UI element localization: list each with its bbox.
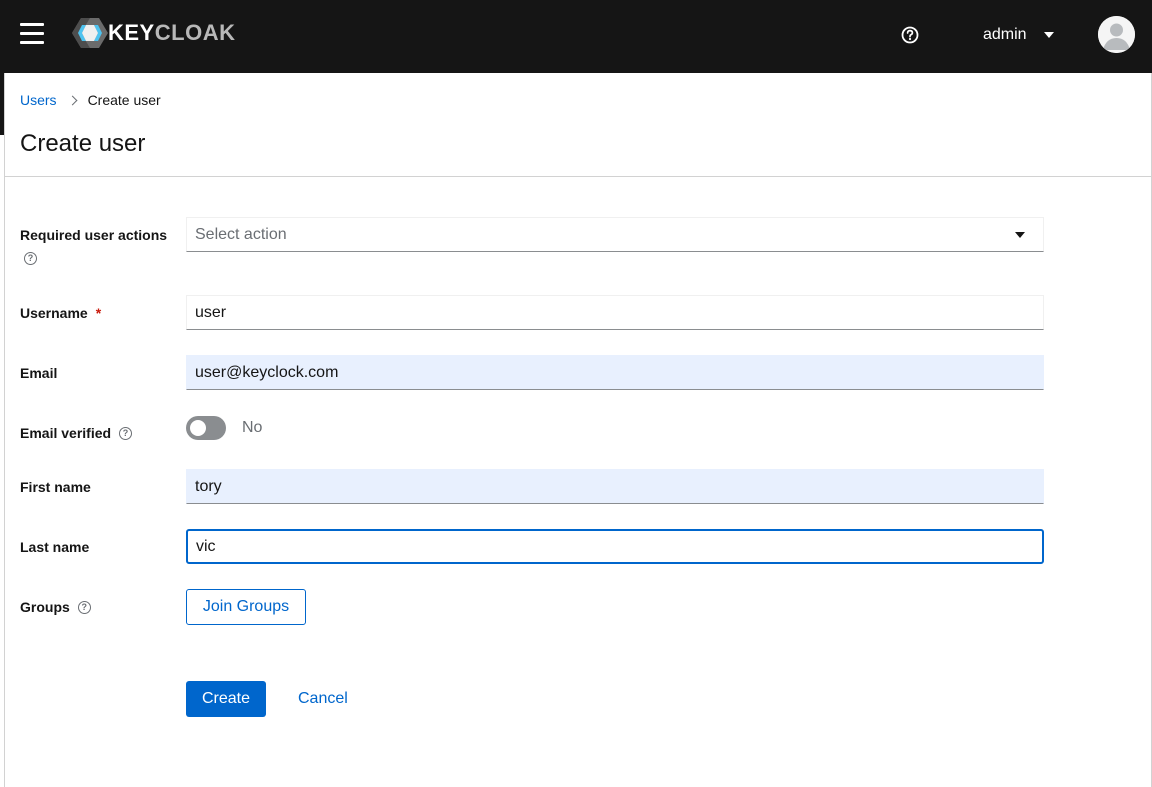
page-title: Create user <box>20 130 146 157</box>
first-name-input[interactable]: tory <box>186 469 1044 504</box>
caret-down-icon <box>1015 232 1025 238</box>
email-label: Email <box>20 365 57 381</box>
username-label-text: Username <box>20 305 88 321</box>
user-avatar-icon[interactable] <box>1098 16 1135 53</box>
help-icon[interactable]: ? <box>77 600 91 614</box>
toggle-knob <box>190 420 206 436</box>
breadcrumb-users-link[interactable]: Users <box>20 92 57 108</box>
last-name-label-text: Last name <box>20 539 90 555</box>
caret-down-icon <box>1043 32 1054 38</box>
required-actions-label-text: Required user actions <box>20 227 168 243</box>
username-label: Username * <box>20 305 101 321</box>
email-verified-label: Email verified ? <box>20 425 133 441</box>
create-button[interactable]: Create <box>186 681 266 717</box>
email-input[interactable]: user@keyclock.com <box>186 355 1044 390</box>
username-value: user <box>195 303 227 321</box>
email-verified-toggle[interactable] <box>186 416 226 440</box>
content-left-border <box>4 73 5 787</box>
email-label-text: Email <box>20 365 58 381</box>
breadcrumb: Users Create user <box>20 92 161 108</box>
first-name-label: First name <box>20 479 91 495</box>
first-name-value: tory <box>195 477 222 495</box>
logo-text: KEYCLOAK <box>108 20 236 45</box>
last-name-value: vic <box>196 537 216 555</box>
email-value: user@keyclock.com <box>195 363 339 381</box>
first-name-label-text: First name <box>20 479 91 495</box>
help-icon[interactable] <box>900 25 920 45</box>
email-verified-state: No <box>242 419 263 436</box>
chevron-right-icon <box>67 95 78 105</box>
username-label: admin <box>983 26 1027 43</box>
help-icon[interactable]: ? <box>119 426 133 440</box>
divider <box>4 176 1151 177</box>
required-marker: * <box>95 305 102 321</box>
hamburger-icon[interactable] <box>20 23 44 45</box>
user-dropdown[interactable]: admin <box>983 24 1054 46</box>
required-actions-label: Required user actions ? <box>20 227 167 265</box>
last-name-label: Last name <box>20 539 89 555</box>
groups-label: Groups ? <box>20 599 91 615</box>
cancel-button[interactable]: Cancel <box>298 681 348 717</box>
groups-label-text: Groups <box>20 599 70 615</box>
keycloak-logo-mark <box>72 18 108 48</box>
breadcrumb-current: Create user <box>87 92 161 108</box>
required-actions-select[interactable]: Select action <box>186 217 1044 252</box>
keycloak-logo[interactable]: KEYCLOAK <box>72 17 235 49</box>
join-groups-button[interactable]: Join Groups <box>186 589 306 625</box>
username-input[interactable]: user <box>186 295 1044 330</box>
help-icon[interactable]: ? <box>24 252 37 265</box>
masthead: KEYCLOAK admin <box>0 0 1152 73</box>
email-verified-label-text: Email verified <box>20 425 112 441</box>
select-placeholder: Select action <box>195 225 287 243</box>
last-name-input[interactable]: vic <box>186 529 1044 564</box>
